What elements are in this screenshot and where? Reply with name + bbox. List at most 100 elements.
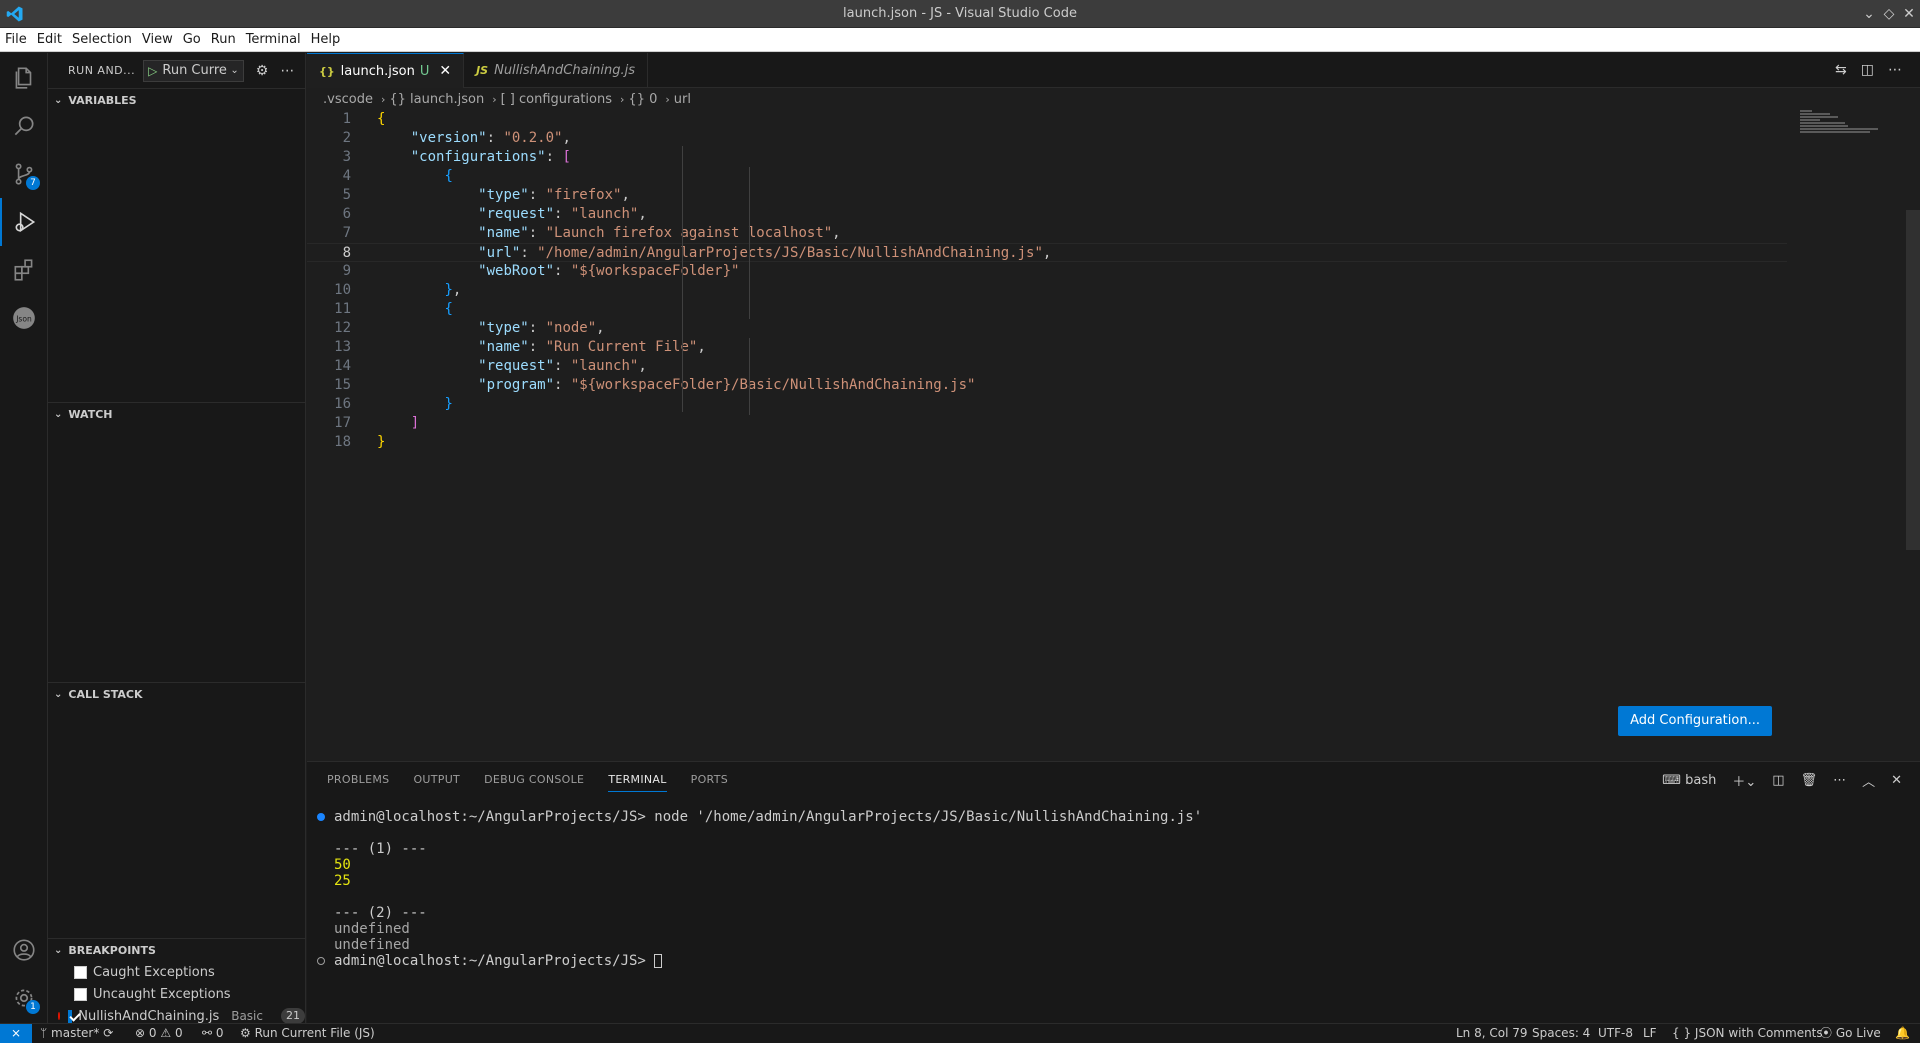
more-actions-icon[interactable]: ⋯ xyxy=(1888,62,1902,78)
code-line[interactable]: 4 { xyxy=(307,167,1787,186)
code-line[interactable]: 14 "request": "launch", xyxy=(307,357,1787,376)
tab-problems[interactable]: PROBLEMS xyxy=(327,762,389,797)
breakpoint-caught-exceptions[interactable]: Caught Exceptions xyxy=(48,961,305,983)
code-line[interactable]: 3 "configurations": [ xyxy=(307,148,1787,167)
tab-nullish-and-chaining[interactable]: JS NullishAndChaining.js xyxy=(464,53,649,88)
add-configuration-button[interactable]: Add Configuration... xyxy=(1618,706,1772,736)
caught-exceptions-checkbox[interactable] xyxy=(74,965,87,979)
kill-terminal-icon[interactable]: 🗑 xyxy=(1801,773,1818,788)
minimize-icon[interactable]: ⌄ xyxy=(1860,5,1878,23)
code-line[interactable]: 12 "type": "node", xyxy=(307,319,1787,338)
tab-ports[interactable]: PORTS xyxy=(691,762,728,797)
code-line[interactable]: 10 }, xyxy=(307,281,1787,300)
menu-file[interactable]: File xyxy=(0,28,32,51)
menu-run[interactable]: Run xyxy=(206,28,241,51)
maximize-panel-icon[interactable]: ︿ xyxy=(1862,771,1875,790)
breadcrumb-item[interactable]: .vscode xyxy=(323,92,373,107)
code-line[interactable]: 9 "webRoot": "${workspaceFolder}" xyxy=(307,262,1787,281)
open-changes-icon[interactable]: ⇆ xyxy=(1835,62,1847,78)
source-control-icon[interactable]: 7 xyxy=(0,150,48,198)
split-editor-icon[interactable]: ◫ xyxy=(1861,62,1874,78)
watch-header[interactable]: ⌄ WATCH xyxy=(48,403,305,425)
tab-terminal[interactable]: TERMINAL xyxy=(608,768,667,792)
close-tab-icon[interactable]: ✕ xyxy=(439,63,451,79)
code-line[interactable]: 1{ xyxy=(307,110,1787,129)
menu-edit[interactable]: Edit xyxy=(32,28,67,51)
tab-output[interactable]: OUTPUT xyxy=(413,762,460,797)
call-stack-header[interactable]: ⌄ CALL STACK xyxy=(48,683,305,705)
go-live-button[interactable]: ⦿ Go Live xyxy=(1820,1024,1881,1043)
minimap[interactable] xyxy=(1800,110,1880,150)
code-line[interactable]: 17 ] xyxy=(307,414,1787,433)
terminal-text: admin@localhost:~/AngularProjects/JS> xyxy=(334,953,655,969)
terminal-shell-selector[interactable]: ⌨ bash xyxy=(1662,773,1716,788)
encoding[interactable]: UTF-8 xyxy=(1598,1024,1633,1043)
split-terminal-icon[interactable]: ◫ xyxy=(1772,773,1784,788)
cursor-position[interactable]: Ln 8, Col 79 xyxy=(1456,1024,1528,1043)
code-line[interactable]: 16 } xyxy=(307,395,1787,414)
menu-view[interactable]: View xyxy=(137,28,178,51)
manage-gear-icon[interactable]: 1 xyxy=(0,974,48,1022)
new-terminal-icon[interactable]: ＋⌄ xyxy=(1732,771,1756,790)
breadcrumb-item[interactable]: {} launch.json xyxy=(389,92,484,107)
code-line[interactable]: 15 "program": "${workspaceFolder}/Basic/… xyxy=(307,376,1787,395)
close-panel-icon[interactable]: ✕ xyxy=(1891,773,1902,788)
code-line[interactable]: 13 "name": "Run Current File", xyxy=(307,338,1787,357)
branch-status[interactable]: ᛘ master* ⟳ xyxy=(40,1024,113,1043)
tab-launch-json[interactable]: {} launch.json U ✕ xyxy=(307,53,465,88)
end-of-line[interactable]: LF xyxy=(1643,1024,1657,1043)
maximize-icon[interactable]: ◇ xyxy=(1880,5,1898,23)
notifications-bell-icon[interactable]: 🔔 xyxy=(1895,1024,1910,1043)
line-content: { xyxy=(377,300,452,319)
code-line[interactable]: 5 "type": "firefox", xyxy=(307,186,1787,205)
breakpoint-file-checkbox[interactable] xyxy=(67,1009,73,1023)
language-mode[interactable]: { } JSON with Comments xyxy=(1672,1024,1823,1043)
bottom-panel: PROBLEMS OUTPUT DEBUG CONSOLE TERMINAL P… xyxy=(307,761,1920,1023)
code-line[interactable]: 11 { xyxy=(307,300,1787,319)
tab-debug-console[interactable]: DEBUG CONSOLE xyxy=(484,762,584,797)
menu-go[interactable]: Go xyxy=(178,28,206,51)
editor-scrollbar[interactable] xyxy=(1906,210,1920,550)
indentation[interactable]: Spaces: 4 xyxy=(1532,1024,1590,1043)
run-config-dropdown[interactable]: ▷ Run Current File ⌄ xyxy=(143,59,244,82)
more-actions-icon[interactable]: ⋯ xyxy=(280,63,294,79)
breakpoint-uncaught-exceptions[interactable]: Uncaught Exceptions xyxy=(48,983,305,1005)
uncaught-exceptions-checkbox[interactable] xyxy=(74,987,87,1001)
variables-header[interactable]: ⌄ VARIABLES xyxy=(48,89,305,111)
run-debug-icon[interactable] xyxy=(0,198,48,246)
code-token: "version" xyxy=(410,130,487,146)
menu-selection[interactable]: Selection xyxy=(67,28,137,51)
explorer-icon[interactable] xyxy=(0,54,48,102)
command-decoration-icon[interactable] xyxy=(317,813,325,821)
breadcrumb-item[interactable]: url xyxy=(674,92,691,107)
account-icon[interactable] xyxy=(0,926,48,974)
open-launch-json-gear-icon[interactable]: ⚙ xyxy=(256,63,269,79)
code-line[interactable]: 8 "url": "/home/admin/AngularProjects/JS… xyxy=(307,243,1787,262)
code-line[interactable]: 6 "request": "launch", xyxy=(307,205,1787,224)
menu-help[interactable]: Help xyxy=(306,28,346,51)
close-window-icon[interactable]: ✕ xyxy=(1900,5,1918,23)
remote-indicator-icon[interactable]: ⨯ xyxy=(0,1024,32,1043)
start-debugging-icon[interactable]: ▷ xyxy=(148,64,157,78)
debug-target-status[interactable]: ⚙ Run Current File (JS) xyxy=(240,1024,375,1043)
breadcrumb-item[interactable]: [ ] configurations xyxy=(501,92,612,107)
code-editor[interactable]: 1{2 "version": "0.2.0", 3 "configurations… xyxy=(307,110,1787,452)
code-line[interactable]: 7 "name": "Launch firefox against localh… xyxy=(307,224,1787,243)
breadcrumb-item[interactable]: {} 0 xyxy=(628,92,657,107)
more-actions-icon[interactable]: ⋯ xyxy=(1833,773,1846,788)
indent-guide xyxy=(749,338,750,415)
breakpoints-header[interactable]: ⌄ BREAKPOINTS xyxy=(48,939,305,961)
command-decoration-icon[interactable] xyxy=(317,957,325,965)
code-token: , xyxy=(832,225,841,241)
menu-terminal[interactable]: Terminal xyxy=(241,28,306,51)
terminal-output[interactable]: admin@localhost:~/AngularProjects/JS> no… xyxy=(315,809,1202,969)
problems-status[interactable]: ⊗ 0 ⚠ 0 xyxy=(135,1024,183,1043)
search-icon[interactable] xyxy=(0,102,48,150)
sidebar-title: RUN AND... xyxy=(68,64,136,77)
json-extension-icon[interactable]: Json xyxy=(0,294,48,342)
code-line[interactable]: 18} xyxy=(307,433,1787,452)
ports-status[interactable]: ⚯ 0 xyxy=(202,1024,224,1043)
code-line[interactable]: 2 "version": "0.2.0", xyxy=(307,129,1787,148)
extensions-icon[interactable] xyxy=(0,246,48,294)
